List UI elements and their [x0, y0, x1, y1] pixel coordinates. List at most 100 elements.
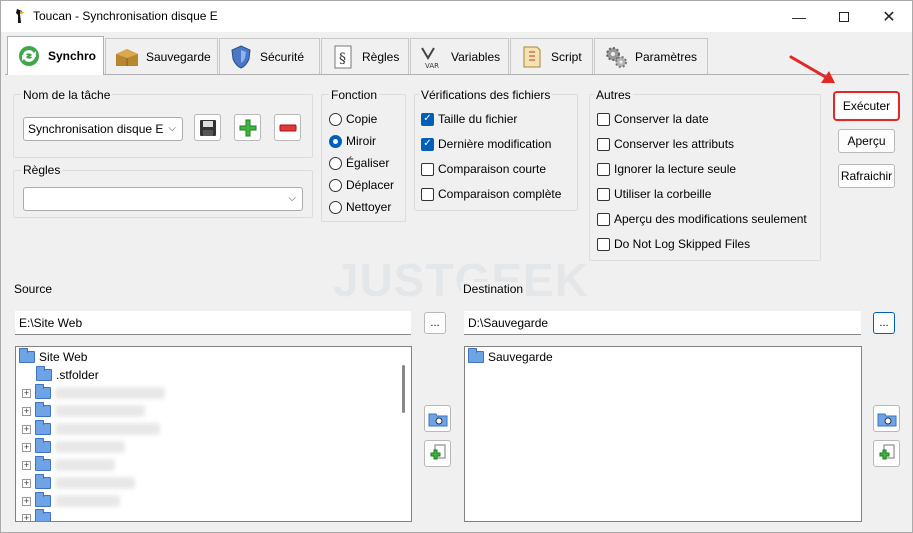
destination-add-button[interactable] — [873, 440, 900, 467]
tree-item[interactable]: + — [22, 456, 115, 474]
blurred-label — [55, 387, 165, 399]
check-ignorer-lecture-seule[interactable]: Ignorer la lecture seule — [597, 162, 736, 176]
check-label: Dernière modification — [438, 137, 552, 151]
tab-regles[interactable]: § Règles — [321, 38, 409, 74]
checkbox[interactable]: ✓ — [421, 112, 434, 126]
checkbox[interactable] — [421, 187, 434, 201]
tree-root-item[interactable]: Sauvegarde — [468, 348, 553, 366]
destination-browse-button[interactable]: ... — [873, 312, 895, 334]
folder-search-icon — [428, 413, 447, 426]
folder-icon — [35, 492, 51, 507]
blurred-label — [55, 441, 125, 453]
check-conserver-attributs[interactable]: Conserver les attributs — [597, 137, 734, 151]
browse-label: ... — [879, 317, 889, 329]
check-label: Ignorer la lecture seule — [614, 162, 737, 176]
expand-icon[interactable]: + — [22, 496, 31, 506]
tab-synchro[interactable]: Synchro — [7, 36, 104, 75]
shield-icon — [226, 43, 256, 71]
expand-icon[interactable]: + — [22, 406, 31, 416]
tree-root-item[interactable]: Site Web — [19, 348, 87, 366]
checkbox[interactable]: ✓ — [421, 137, 434, 151]
checkbox[interactable] — [597, 137, 610, 151]
check-conserver-date[interactable]: Conserver la date — [597, 112, 709, 126]
tab-variables[interactable]: VAR Variables — [410, 38, 509, 74]
variables-icon: VAR — [417, 43, 447, 71]
rules-select[interactable]: ⌵ — [23, 187, 303, 211]
checkbox[interactable] — [597, 187, 610, 201]
source-tree[interactable]: Site Web .stfolder + + + + + + + + — [15, 346, 412, 522]
execute-button[interactable]: Exécuter — [833, 91, 900, 121]
minimize-button[interactable]: — — [776, 1, 822, 32]
folder-icon — [35, 402, 51, 417]
check-comparaison-complete[interactable]: Comparaison complète — [421, 187, 561, 201]
floppy-disk-icon — [199, 119, 216, 136]
tree-item[interactable]: + — [22, 438, 125, 456]
source-view-folder-button[interactable] — [424, 405, 451, 432]
check-do-not-log[interactable]: Do Not Log Skipped Files — [597, 237, 750, 251]
scrollbar-thumb[interactable] — [402, 365, 405, 413]
checkbox[interactable] — [597, 112, 610, 126]
radio-egaliser[interactable]: Égaliser — [329, 156, 389, 170]
checkbox[interactable] — [421, 162, 434, 176]
checkbox[interactable] — [597, 162, 610, 176]
tree-item[interactable]: + — [22, 509, 55, 521]
tab-sauvegarde[interactable]: Sauvegarde — [105, 38, 218, 74]
check-derniere-modification[interactable]: ✓ Dernière modification — [421, 137, 551, 151]
expand-icon[interactable]: + — [22, 442, 31, 452]
source-browse-button[interactable]: ... — [424, 312, 446, 334]
tree-label: .stfolder — [56, 368, 99, 382]
close-button[interactable]: ✕ — [866, 1, 912, 32]
tab-label: Variables — [451, 49, 501, 64]
add-task-button[interactable] — [234, 114, 261, 141]
radio-button[interactable] — [329, 200, 342, 214]
radio-button[interactable] — [329, 178, 342, 192]
check-apercu-modifications[interactable]: Aperçu des modifications seulement — [597, 212, 807, 226]
destination-tree[interactable]: Sauvegarde — [464, 346, 862, 522]
tree-item[interactable]: + — [22, 474, 135, 492]
radio-miroir[interactable]: Miroir — [329, 134, 376, 148]
radio-button[interactable] — [329, 112, 342, 126]
toucan-app-icon — [16, 9, 25, 23]
close-icon: ✕ — [882, 8, 896, 26]
checkbox[interactable] — [597, 237, 610, 251]
check-comparaison-courte[interactable]: Comparaison courte — [421, 162, 546, 176]
remove-task-button[interactable] — [274, 114, 301, 141]
check-label: Conserver la date — [614, 112, 709, 126]
source-path: E:\Site Web — [19, 315, 83, 330]
expand-icon[interactable]: + — [22, 460, 31, 470]
expand-icon[interactable]: + — [22, 513, 31, 521]
tree-item[interactable]: + — [22, 492, 120, 510]
preview-button[interactable]: Aperçu — [838, 129, 895, 153]
maximize-button[interactable] — [821, 1, 867, 32]
save-task-button[interactable] — [194, 114, 221, 141]
sync-icon — [14, 42, 44, 70]
source-add-button[interactable] — [424, 440, 451, 467]
tree-item[interactable]: + — [22, 384, 165, 402]
radio-button[interactable] — [329, 134, 342, 148]
check-utiliser-corbeille[interactable]: Utiliser la corbeille — [597, 187, 711, 201]
expand-icon[interactable]: + — [22, 424, 31, 434]
radio-deplacer[interactable]: Déplacer — [329, 178, 394, 192]
tab-securite[interactable]: Sécurité — [219, 38, 320, 74]
radio-copie[interactable]: Copie — [329, 112, 377, 126]
destination-view-folder-button[interactable] — [873, 405, 900, 432]
tab-script[interactable]: Script — [510, 38, 593, 74]
tab-parametres[interactable]: Paramètres — [594, 38, 708, 74]
destination-path-input[interactable]: D:\Sauvegarde — [464, 311, 861, 335]
refresh-button[interactable]: Rafraichir — [838, 164, 895, 188]
minimize-icon: — — [792, 8, 806, 25]
expand-icon[interactable]: + — [22, 478, 31, 488]
tree-item[interactable]: + — [22, 420, 160, 438]
check-taille-fichier[interactable]: ✓ Taille du fichier — [421, 112, 517, 126]
expand-icon[interactable]: + — [22, 388, 31, 398]
checkbox[interactable] — [597, 212, 610, 226]
source-path-input[interactable]: E:\Site Web — [15, 311, 411, 335]
radio-button[interactable] — [329, 156, 342, 170]
annotation-arrow-icon — [789, 55, 835, 83]
check-label: Do Not Log Skipped Files — [614, 237, 751, 251]
tab-label: Script — [551, 49, 582, 64]
tree-item[interactable]: + — [22, 402, 145, 420]
task-select[interactable]: Synchronisation disque E ⌵ — [23, 117, 183, 141]
radio-nettoyer[interactable]: Nettoyer — [329, 200, 391, 214]
tree-item[interactable]: .stfolder — [36, 366, 99, 384]
